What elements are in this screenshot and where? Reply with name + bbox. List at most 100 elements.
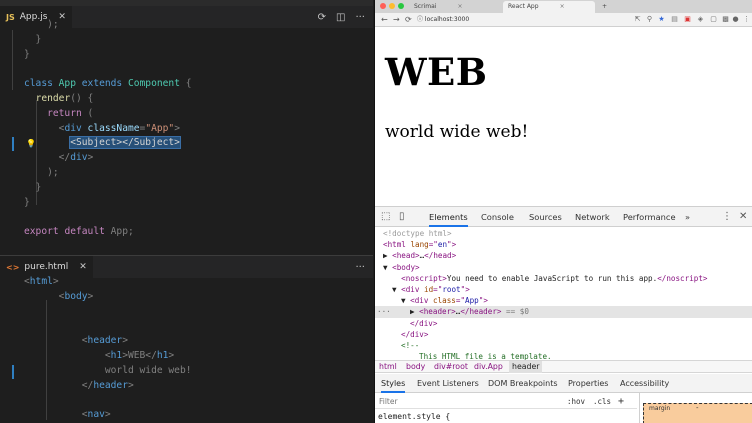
code-line[interactable]: } bbox=[0, 181, 373, 196]
reload-icon[interactable]: ⟳ bbox=[405, 13, 412, 27]
extension-icon[interactable]: ▩ bbox=[721, 15, 730, 24]
dom-token: <header> bbox=[419, 307, 456, 317]
styles-filter-input[interactable] bbox=[379, 394, 559, 409]
device-toolbar-icon[interactable]: ▯ bbox=[399, 210, 405, 224]
dom-node[interactable]: ▶ <head>…</head> bbox=[375, 250, 752, 261]
code-token: < bbox=[24, 409, 88, 421]
close-devtools-icon[interactable]: ✕ bbox=[739, 210, 747, 224]
extension-icon[interactable]: ▣ bbox=[683, 15, 692, 24]
address-bar[interactable]: ⓘ localhost:3000 bbox=[417, 15, 645, 25]
dom-node-selected[interactable]: ··· ▶ <header>…</header> == $0 bbox=[375, 306, 752, 318]
code-line[interactable]: <body> bbox=[0, 290, 373, 305]
tab-network[interactable]: Network bbox=[575, 207, 610, 227]
code-line[interactable]: } bbox=[0, 196, 373, 211]
breadcrumb-div-root[interactable]: div#root bbox=[434, 361, 468, 373]
code-line[interactable]: <div className="App"> bbox=[0, 122, 373, 137]
browser-tab-1[interactable]: Scrimai × bbox=[409, 1, 501, 13]
dom-node[interactable]: <noscript>You need to enable JavaScript … bbox=[375, 273, 752, 284]
dom-node[interactable]: <!-- bbox=[375, 340, 752, 351]
code-line[interactable] bbox=[0, 319, 373, 334]
minimize-window-icon[interactable] bbox=[389, 3, 395, 9]
code-line[interactable]: <nav> bbox=[0, 408, 373, 423]
lightbulb-icon[interactable]: 💡 bbox=[26, 137, 36, 152]
maximize-window-icon[interactable] bbox=[398, 3, 404, 9]
code-line[interactable]: return ( bbox=[0, 107, 373, 122]
dom-node[interactable]: <html lang="en"> bbox=[375, 239, 752, 250]
dom-token: This HTML file is a template. bbox=[419, 352, 552, 360]
more-icon[interactable]: ··· bbox=[355, 262, 365, 273]
dom-node[interactable]: ▼ <body> bbox=[375, 262, 752, 273]
more-icon[interactable]: ⋮ bbox=[742, 15, 751, 24]
code-area-app-js[interactable]: ); }} class App extends Component { rende… bbox=[0, 18, 373, 240]
code-line[interactable]: } bbox=[0, 33, 373, 48]
breadcrumb-header[interactable]: header bbox=[509, 361, 543, 373]
dom-token: <head> bbox=[392, 251, 420, 261]
devtools-menu-icon[interactable]: ⋮ bbox=[722, 210, 732, 224]
cast-icon[interactable]: ⇱ bbox=[633, 15, 642, 24]
extension-icon[interactable]: ◈ bbox=[696, 15, 705, 24]
code-line[interactable]: <h1>WEB</h1> bbox=[0, 349, 373, 364]
code-line[interactable]: <Subject></Subject> 💡 bbox=[0, 136, 373, 151]
breadcrumb-div-app[interactable]: div.App bbox=[474, 361, 503, 373]
tab-console[interactable]: Console bbox=[481, 207, 514, 227]
tab-dom-breakpoints[interactable]: DOM Breakpoints bbox=[488, 374, 558, 393]
extension-icon[interactable]: ▢ bbox=[709, 15, 718, 24]
dom-node[interactable]: </div> bbox=[375, 329, 752, 340]
tab-elements[interactable]: Elements bbox=[429, 207, 468, 227]
extension-icon[interactable]: ▤ bbox=[670, 15, 679, 24]
code-line[interactable]: export default App; bbox=[0, 225, 373, 240]
code-line[interactable] bbox=[0, 62, 373, 77]
code-line[interactable]: </header> bbox=[0, 379, 373, 394]
box-model-margin[interactable]: margin - bbox=[643, 403, 752, 423]
close-tab-icon[interactable]: × bbox=[560, 1, 565, 13]
tab-properties[interactable]: Properties bbox=[568, 374, 608, 393]
dom-node[interactable]: ▼ <div id="root"> bbox=[375, 284, 752, 295]
back-icon[interactable]: ← bbox=[381, 13, 388, 27]
code-line[interactable]: } bbox=[0, 48, 373, 63]
tab-styles[interactable]: Styles bbox=[381, 374, 406, 393]
hover-state-toggle[interactable]: :hov bbox=[567, 394, 585, 409]
bookmark-star-icon[interactable]: ★ bbox=[657, 15, 666, 24]
tab-sources[interactable]: Sources bbox=[529, 207, 562, 227]
code-line[interactable]: render() { bbox=[0, 92, 373, 107]
code-token: { bbox=[185, 78, 192, 90]
breadcrumb-body[interactable]: body bbox=[406, 361, 425, 373]
tab-performance[interactable]: Performance bbox=[623, 207, 676, 227]
tab-accessibility[interactable]: Accessibility bbox=[620, 374, 669, 393]
tab-label: pure.html bbox=[24, 262, 69, 272]
code-line[interactable]: <header> bbox=[0, 334, 373, 349]
dom-node[interactable]: This HTML file is a template. bbox=[375, 351, 752, 360]
new-tab-button[interactable]: + bbox=[597, 1, 612, 13]
code-line[interactable]: class App extends Component { bbox=[0, 77, 373, 92]
dom-node[interactable]: </div> bbox=[375, 318, 752, 329]
more-tabs-icon[interactable]: » bbox=[685, 207, 690, 227]
code-line[interactable]: </div> bbox=[0, 151, 373, 166]
forward-icon[interactable]: → bbox=[393, 13, 400, 27]
inspect-element-icon[interactable]: ⬚ bbox=[381, 210, 390, 224]
dom-node[interactable]: <!doctype html> bbox=[375, 228, 752, 239]
dom-token: =" bbox=[433, 284, 443, 294]
dom-tree[interactable]: <!doctype html> <html lang="en"> ▶ <head>…… bbox=[375, 228, 752, 360]
code-line[interactable] bbox=[0, 210, 373, 225]
close-window-icon[interactable] bbox=[380, 3, 386, 9]
code-line[interactable] bbox=[0, 305, 373, 320]
class-toggle[interactable]: .cls bbox=[593, 394, 611, 409]
code-line[interactable]: ); bbox=[0, 18, 373, 33]
tab-event-listeners[interactable]: Event Listeners bbox=[417, 374, 479, 393]
code-token: header bbox=[93, 379, 128, 391]
close-tab-icon[interactable]: × bbox=[457, 1, 462, 13]
code-line[interactable] bbox=[0, 393, 373, 408]
close-tab-icon[interactable]: ✕ bbox=[79, 262, 87, 272]
code-area-pure-html[interactable]: <html> <body> <header> <h1>WEB</h1> worl… bbox=[0, 275, 373, 423]
search-icon[interactable]: ⚲ bbox=[645, 15, 654, 24]
code-line[interactable]: ); bbox=[0, 166, 373, 181]
dom-node[interactable]: ▼ <div class="App"> bbox=[375, 295, 752, 306]
breadcrumb-html[interactable]: html bbox=[379, 361, 397, 373]
add-style-rule-button[interactable]: + bbox=[618, 394, 624, 409]
element-style-rule[interactable]: element.style { bbox=[378, 412, 450, 421]
node-menu-icon[interactable]: ··· bbox=[377, 306, 391, 317]
code-line[interactable]: <html> bbox=[0, 275, 373, 290]
code-line[interactable]: world wide web! bbox=[0, 364, 373, 379]
browser-tab-2[interactable]: React App × bbox=[503, 1, 595, 13]
profile-avatar-icon[interactable]: ● bbox=[731, 15, 740, 24]
